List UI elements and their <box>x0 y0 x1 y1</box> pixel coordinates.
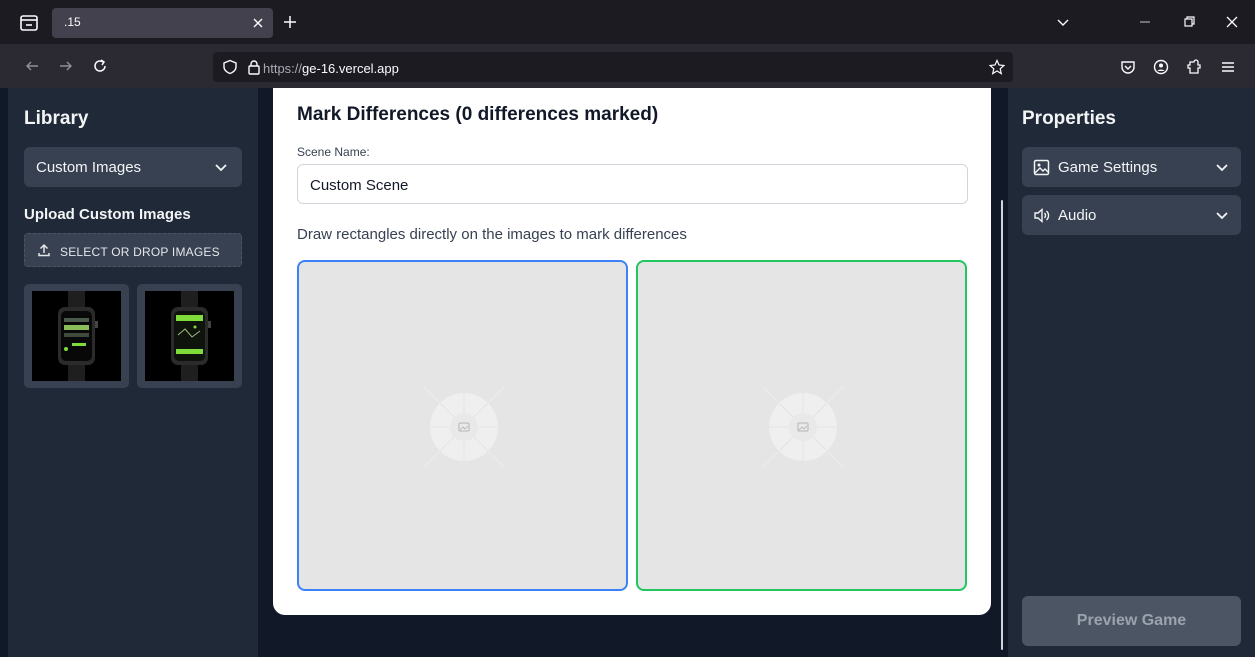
watch-image-2 <box>145 291 234 381</box>
tab-list-icon[interactable] <box>18 12 40 34</box>
upload-icon <box>37 243 51 257</box>
image-icon <box>1033 159 1050 176</box>
extensions-icon[interactable] <box>1186 59 1202 75</box>
tab-title: .15 <box>64 15 81 29</box>
left-image-canvas[interactable] <box>297 260 628 591</box>
reload-icon[interactable] <box>92 58 108 74</box>
list-all-tabs-icon[interactable] <box>1055 14 1071 30</box>
editor-card: Mark Differences (0 differences marked) … <box>273 88 991 615</box>
library-panel: Library Custom Images Upload Custom Imag… <box>8 88 258 657</box>
preview-button-label: Preview Game <box>1076 612 1187 629</box>
speaker-icon <box>1033 207 1050 224</box>
image-thumbnail[interactable] <box>137 284 242 388</box>
watch-image-1 <box>32 291 121 381</box>
account-icon[interactable] <box>1153 59 1169 75</box>
pocket-icon[interactable] <box>1120 59 1136 75</box>
image-source-dropdown[interactable]: Custom Images <box>24 147 242 187</box>
back-icon[interactable] <box>24 58 40 74</box>
image-placeholder-icon <box>743 367 863 487</box>
bookmark-star-icon[interactable] <box>989 59 1005 75</box>
chevron-down-icon <box>1214 159 1230 175</box>
dropdown-value: Custom Images <box>36 159 142 176</box>
url-text: https://ge-16.vercel.app <box>263 61 399 76</box>
image-placeholder-icon <box>404 367 524 487</box>
restore-icon[interactable] <box>1181 14 1197 30</box>
audio-accordion[interactable]: Audio <box>1022 195 1241 235</box>
instructions-text: Draw rectangles directly on the images t… <box>297 226 687 243</box>
select-images-button[interactable]: SELECT OR DROP IMAGES <box>24 233 242 267</box>
shield-icon[interactable] <box>222 59 238 75</box>
preview-game-button[interactable]: Preview Game <box>1022 596 1241 646</box>
lock-icon[interactable] <box>246 59 262 75</box>
right-image-canvas[interactable] <box>636 260 967 591</box>
scene-name-input[interactable]: Custom Scene <box>297 164 968 204</box>
audio-label: Audio <box>1058 207 1097 224</box>
editor-title: Mark Differences (0 differences marked) <box>297 104 659 125</box>
game-settings-label: Game Settings <box>1058 159 1158 176</box>
game-settings-accordion[interactable]: Game Settings <box>1022 147 1241 187</box>
upload-button-label: SELECT OR DROP IMAGES <box>60 245 220 259</box>
scrollbar[interactable] <box>1001 200 1003 650</box>
close-window-icon[interactable] <box>1224 14 1240 30</box>
chevron-down-icon <box>213 159 229 175</box>
new-tab-icon[interactable] <box>282 14 298 30</box>
scene-name-value: Custom Scene <box>310 177 409 194</box>
minimize-icon[interactable] <box>1137 14 1153 30</box>
left-edge <box>0 88 8 657</box>
properties-title: Properties <box>1022 108 1116 129</box>
browser-tab[interactable]: .15 <box>52 8 273 38</box>
properties-panel: Properties Game Settings Audio Preview G… <box>1008 88 1255 657</box>
library-title: Library <box>24 108 89 129</box>
close-tab-icon[interactable] <box>251 16 265 30</box>
chevron-down-icon <box>1214 207 1230 223</box>
upload-heading: Upload Custom Images <box>24 206 191 223</box>
image-thumbnail[interactable] <box>24 284 129 388</box>
forward-icon[interactable] <box>58 58 74 74</box>
tab-bar: .15 <box>0 0 1255 44</box>
menu-icon[interactable] <box>1220 59 1236 75</box>
scene-name-label: Scene Name: <box>297 145 370 159</box>
